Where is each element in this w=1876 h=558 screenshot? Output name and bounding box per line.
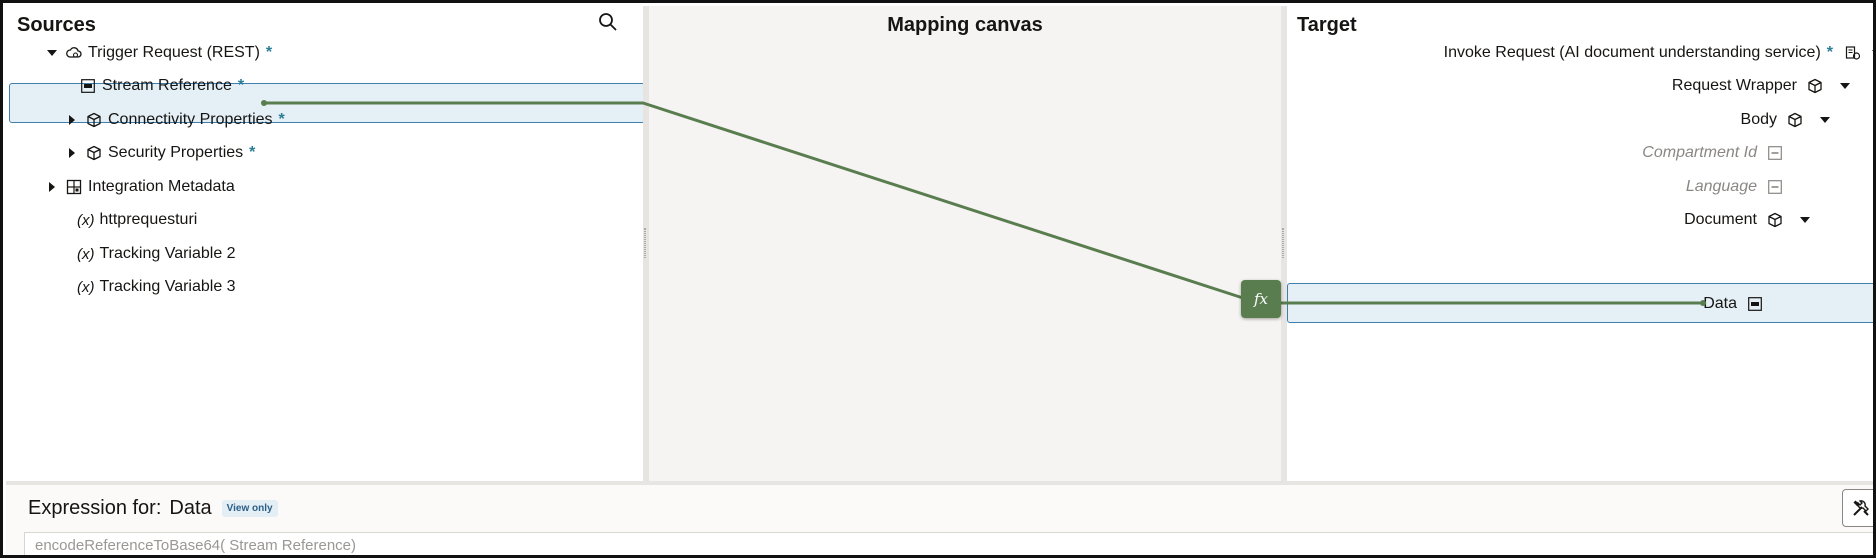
chevron-down-icon[interactable]: [1819, 114, 1831, 126]
string-field-icon: [1747, 296, 1763, 312]
target-item-label: Invoke Request (AI document understandin…: [1443, 44, 1821, 61]
selected-target-highlight: [1287, 283, 1873, 323]
target-item-label: Compartment Id: [1642, 144, 1757, 161]
grid-object-icon: [66, 179, 82, 195]
cube-icon: [86, 112, 102, 128]
cube-icon: [1787, 112, 1803, 128]
sources-panel: Sources Trigger Request (REST) * Stream …: [6, 6, 646, 481]
string-field-icon: [1767, 145, 1783, 161]
target-item-data[interactable]: Data: [1703, 284, 1763, 324]
required-marker: *: [265, 44, 273, 61]
cube-icon: [1807, 78, 1823, 94]
expression-for-label: Expression for:: [28, 497, 162, 519]
cube-icon: [1767, 212, 1783, 228]
target-panel: Target Invoke Request (AI document under…: [1287, 6, 1873, 481]
target-item-label: Request Wrapper: [1671, 77, 1797, 94]
source-item-label: Connectivity Properties: [108, 111, 273, 128]
chevron-right-icon[interactable]: [66, 114, 78, 126]
string-field-icon: [1767, 179, 1783, 195]
mapping-canvas[interactable]: Mapping canvas: [649, 6, 1281, 481]
source-item-tracking-variable-3[interactable]: (x) Tracking Variable 3: [77, 267, 236, 307]
chevron-right-icon[interactable]: [46, 181, 58, 193]
required-marker: *: [278, 111, 285, 128]
expression-target-name: Data: [169, 497, 212, 519]
data-mapper-window: Sources Trigger Request (REST) * Stream …: [0, 0, 1876, 558]
source-item-label: Security Properties: [108, 144, 244, 161]
target-item-label: Body: [1740, 111, 1777, 128]
canvas-title: Mapping canvas: [887, 14, 1043, 36]
required-marker: *: [237, 77, 245, 94]
target-item-label: Data: [1703, 295, 1737, 312]
source-item-label: Trigger Request (REST): [88, 44, 260, 61]
chevron-down-icon[interactable]: [1799, 214, 1811, 226]
expression-input[interactable]: encodeReferenceToBase64( Stream Referenc…: [24, 532, 1873, 555]
target-item-label: Language: [1685, 178, 1757, 195]
chevron-down-icon[interactable]: [1839, 80, 1851, 92]
variable-icon: (x): [77, 245, 95, 263]
cube-icon: [86, 145, 102, 161]
source-item-label: httprequesturi: [99, 211, 198, 228]
chevron-down-icon[interactable]: [46, 47, 58, 59]
required-marker: *: [1826, 44, 1833, 61]
target-item-document[interactable]: Document: [1684, 200, 1811, 240]
source-item-label: Integration Metadata: [88, 178, 235, 195]
function-node[interactable]: fx: [1241, 280, 1281, 318]
ai-service-icon: [1845, 45, 1861, 61]
target-item-label: Document: [1684, 211, 1757, 228]
cloud-rest-icon: [66, 45, 82, 61]
expression-header: Expression for: Data View only: [28, 497, 278, 520]
required-marker: *: [249, 144, 256, 161]
stream-field-icon: [80, 78, 96, 94]
expression-panel: Expression for: Data View only encodeRef…: [6, 485, 1873, 555]
search-icon[interactable]: [594, 8, 622, 36]
view-only-badge: View only: [221, 500, 278, 517]
variable-icon: (x): [77, 278, 95, 296]
variable-icon: (x): [77, 211, 95, 229]
source-item-label: Tracking Variable 2: [99, 245, 236, 262]
target-title: Target: [1297, 14, 1357, 36]
source-item-label: Tracking Variable 3: [99, 278, 236, 295]
chevron-right-icon[interactable]: [66, 147, 78, 159]
chevron-down-icon[interactable]: [1871, 47, 1873, 59]
tools-icon[interactable]: [1842, 489, 1873, 527]
source-item-label: Stream Reference: [102, 77, 232, 94]
